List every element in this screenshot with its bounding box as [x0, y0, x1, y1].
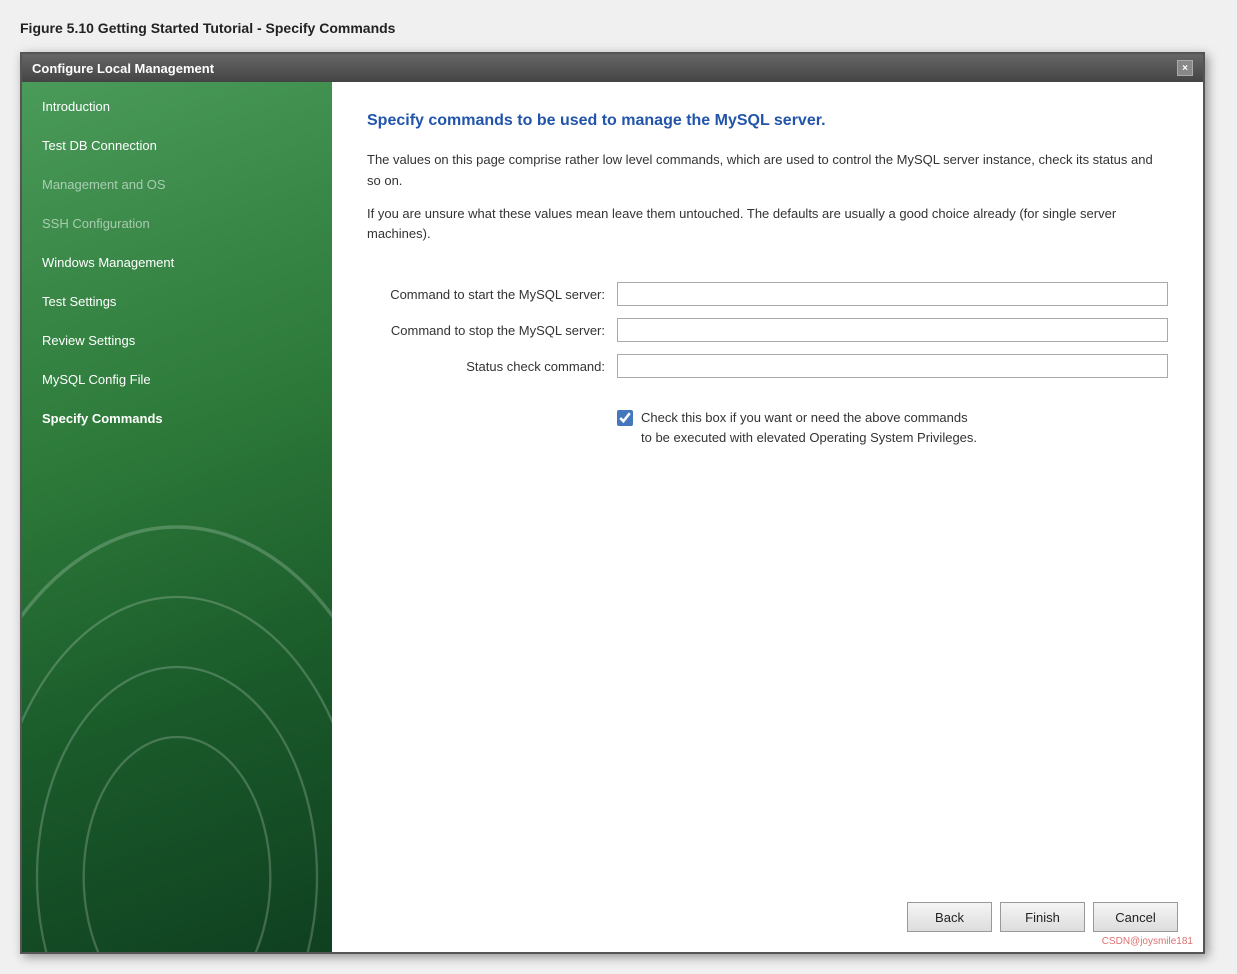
sidebar-item-review-settings[interactable]: Review Settings	[22, 321, 332, 360]
back-button[interactable]: Back	[907, 902, 992, 932]
finish-button[interactable]: Finish	[1000, 902, 1085, 932]
sidebar-item-introduction[interactable]: Introduction	[22, 87, 332, 126]
main-heading: Specify commands to be used to manage th…	[367, 112, 1168, 130]
checkbox-container: Check this box if you want or need the a…	[617, 408, 977, 447]
sidebar-items: Introduction Test DB Connection Manageme…	[22, 82, 332, 438]
close-button[interactable]: ×	[1177, 60, 1193, 76]
status-command-row: Status check command:	[367, 354, 1168, 378]
dialog-body: Introduction Test DB Connection Manageme…	[22, 82, 1203, 952]
status-command-label: Status check command:	[367, 359, 617, 374]
sidebar-item-mysql-config-file[interactable]: MySQL Config File	[22, 360, 332, 399]
sidebar-item-specify-commands[interactable]: Specify Commands	[22, 399, 332, 438]
status-command-input[interactable]	[617, 354, 1168, 378]
stop-command-row: Command to stop the MySQL server:	[367, 318, 1168, 342]
watermark: CSDN@joysmile181	[1102, 936, 1193, 947]
elevated-privileges-checkbox[interactable]	[617, 410, 633, 426]
stop-command-label: Command to stop the MySQL server:	[367, 323, 617, 338]
checkbox-label: Check this box if you want or need the a…	[641, 408, 977, 447]
title-bar: Configure Local Management ×	[22, 54, 1203, 82]
sidebar-item-ssh-configuration: SSH Configuration	[22, 204, 332, 243]
description-text-2: If you are unsure what these values mean…	[367, 204, 1168, 246]
page-title: Figure 5.10 Getting Started Tutorial - S…	[20, 20, 1217, 36]
stop-command-input[interactable]	[617, 318, 1168, 342]
elevated-privileges-row: Check this box if you want or need the a…	[367, 408, 1168, 447]
cancel-button[interactable]: Cancel	[1093, 902, 1178, 932]
sidebar-item-windows-management[interactable]: Windows Management	[22, 243, 332, 282]
sidebar-item-test-settings[interactable]: Test Settings	[22, 282, 332, 321]
start-command-row: Command to start the MySQL server:	[367, 282, 1168, 306]
sidebar: Introduction Test DB Connection Manageme…	[22, 82, 332, 952]
description-text-1: The values on this page comprise rather …	[367, 150, 1168, 192]
dialog-title: Configure Local Management	[32, 61, 214, 76]
start-command-input[interactable]	[617, 282, 1168, 306]
form-section: Command to start the MySQL server: Comma…	[367, 282, 1168, 390]
start-command-label: Command to start the MySQL server:	[367, 287, 617, 302]
dialog-footer: Back Finish Cancel	[907, 902, 1178, 932]
sidebar-item-management-and-os: Management and OS	[22, 165, 332, 204]
main-content: Specify commands to be used to manage th…	[332, 82, 1203, 952]
sidebar-item-test-db-connection[interactable]: Test DB Connection	[22, 126, 332, 165]
dialog-window: Configure Local Management × Introductio…	[20, 52, 1205, 954]
sidebar-decoration	[22, 452, 332, 952]
